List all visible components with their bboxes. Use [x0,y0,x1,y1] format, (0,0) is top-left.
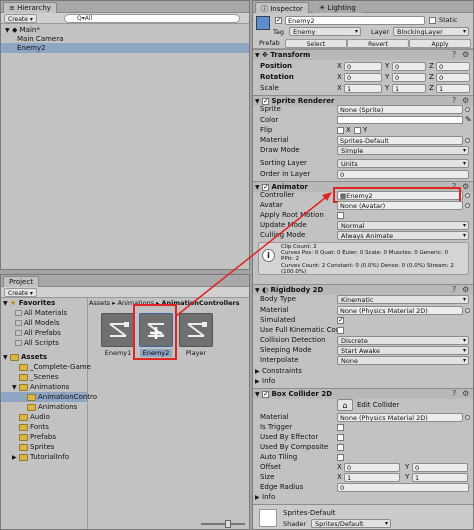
annotation-arrow [175,192,332,317]
arrow-line [175,193,331,317]
